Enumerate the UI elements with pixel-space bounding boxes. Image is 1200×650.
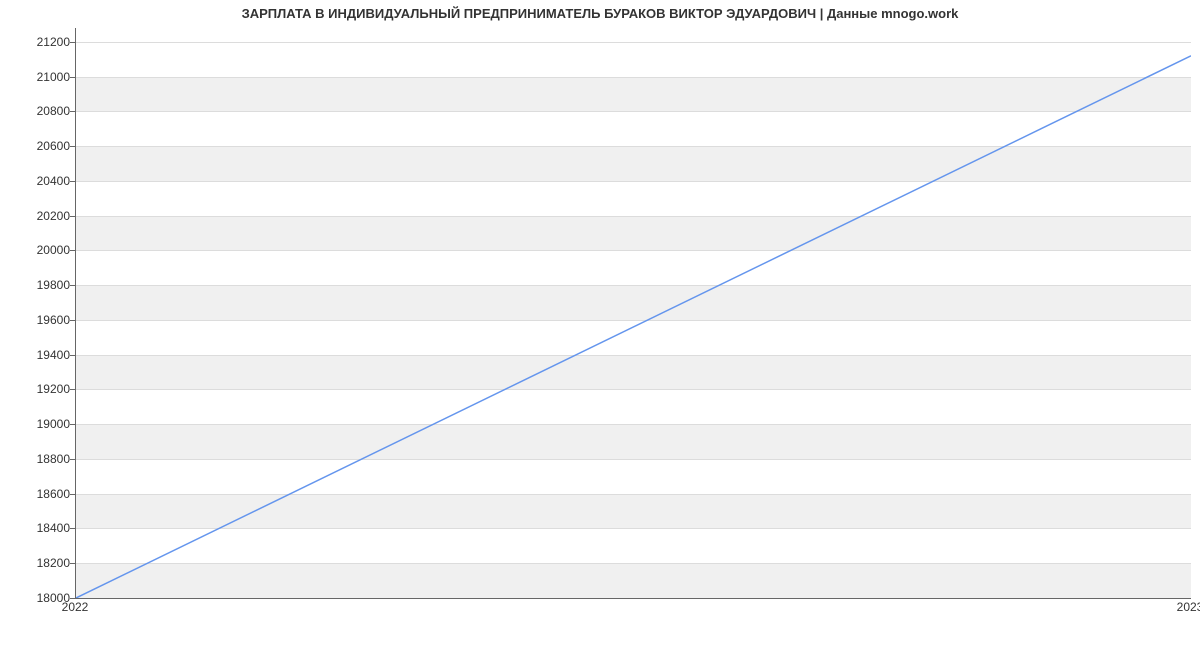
- y-tick-label: 19400: [10, 348, 70, 362]
- x-tick-label: 2022: [62, 600, 89, 614]
- y-tick-label: 20400: [10, 174, 70, 188]
- line-series: [76, 28, 1191, 598]
- y-tick-label: 20600: [10, 139, 70, 153]
- y-tick-label: 18600: [10, 487, 70, 501]
- chart-title: ЗАРПЛАТА В ИНДИВИДУАЛЬНЫЙ ПРЕДПРИНИМАТЕЛ…: [0, 6, 1200, 21]
- y-tick-label: 21000: [10, 70, 70, 84]
- y-tick-label: 20000: [10, 243, 70, 257]
- y-tick-label: 21200: [10, 35, 70, 49]
- x-tick-label: 2023: [1177, 600, 1200, 614]
- y-tick-label: 18400: [10, 521, 70, 535]
- chart-container: ЗАРПЛАТА В ИНДИВИДУАЛЬНЫЙ ПРЕДПРИНИМАТЕЛ…: [0, 0, 1200, 650]
- y-gridline: [76, 598, 1191, 599]
- y-tick-label: 19800: [10, 278, 70, 292]
- y-tick-label: 18800: [10, 452, 70, 466]
- y-tick-label: 19600: [10, 313, 70, 327]
- y-tick-label: 19200: [10, 382, 70, 396]
- y-tick-label: 19000: [10, 417, 70, 431]
- salary-line: [76, 56, 1191, 598]
- y-tick-label: 20200: [10, 209, 70, 223]
- plot-area: [75, 28, 1191, 599]
- y-tick-label: 20800: [10, 104, 70, 118]
- y-tick-label: 18200: [10, 556, 70, 570]
